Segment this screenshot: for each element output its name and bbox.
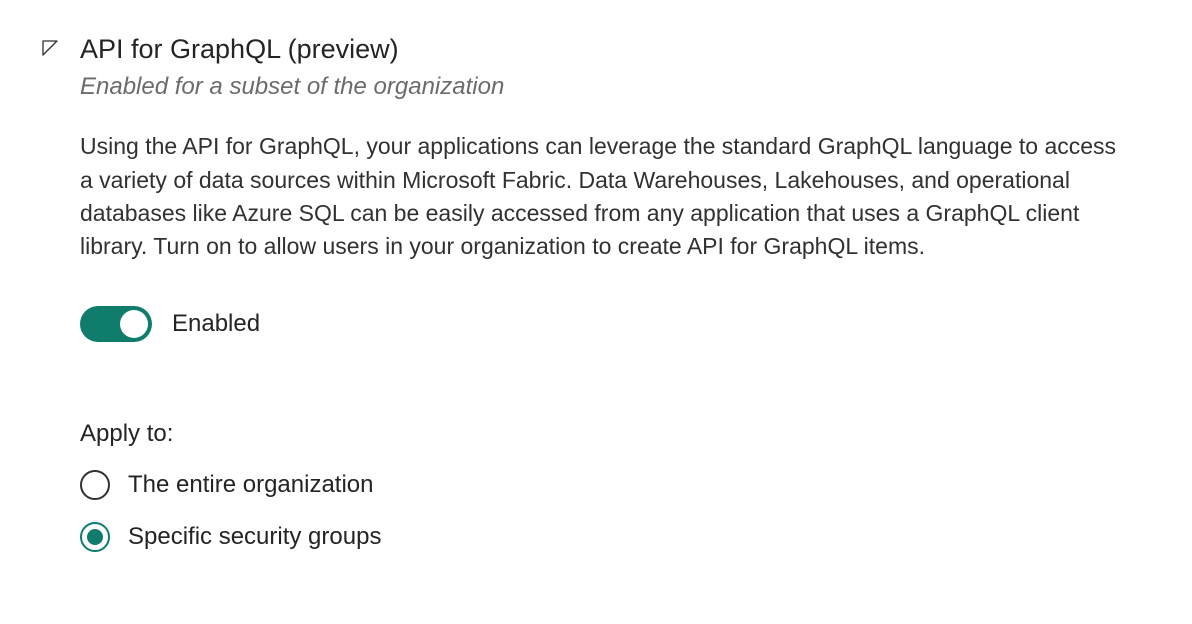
toggle-row: Enabled xyxy=(80,306,1130,342)
toggle-label: Enabled xyxy=(172,310,260,338)
setting-title: API for GraphQL (preview) xyxy=(80,32,1130,67)
radio-selected-dot xyxy=(87,529,103,545)
radio-label: The entire organization xyxy=(128,471,373,499)
enable-toggle[interactable] xyxy=(80,306,152,342)
content-column: API for GraphQL (preview) Enabled for a … xyxy=(80,32,1130,574)
setting-block: API for GraphQL (preview) Enabled for a … xyxy=(40,32,1152,574)
toggle-knob xyxy=(120,310,148,338)
expand-collapse-icon[interactable] xyxy=(40,38,64,63)
expand-column xyxy=(40,32,64,63)
radio-label: Specific security groups xyxy=(128,523,381,551)
radio-icon xyxy=(80,522,110,552)
apply-to-section: Apply to: The entire organization Specif… xyxy=(80,420,1130,552)
setting-subtitle: Enabled for a subset of the organization xyxy=(80,71,1130,102)
apply-to-heading: Apply to: xyxy=(80,420,1130,448)
setting-description: Using the API for GraphQL, your applicat… xyxy=(80,130,1130,263)
radio-entire-organization[interactable]: The entire organization xyxy=(80,470,1130,500)
radio-icon xyxy=(80,470,110,500)
radio-specific-security-groups[interactable]: Specific security groups xyxy=(80,522,1130,552)
